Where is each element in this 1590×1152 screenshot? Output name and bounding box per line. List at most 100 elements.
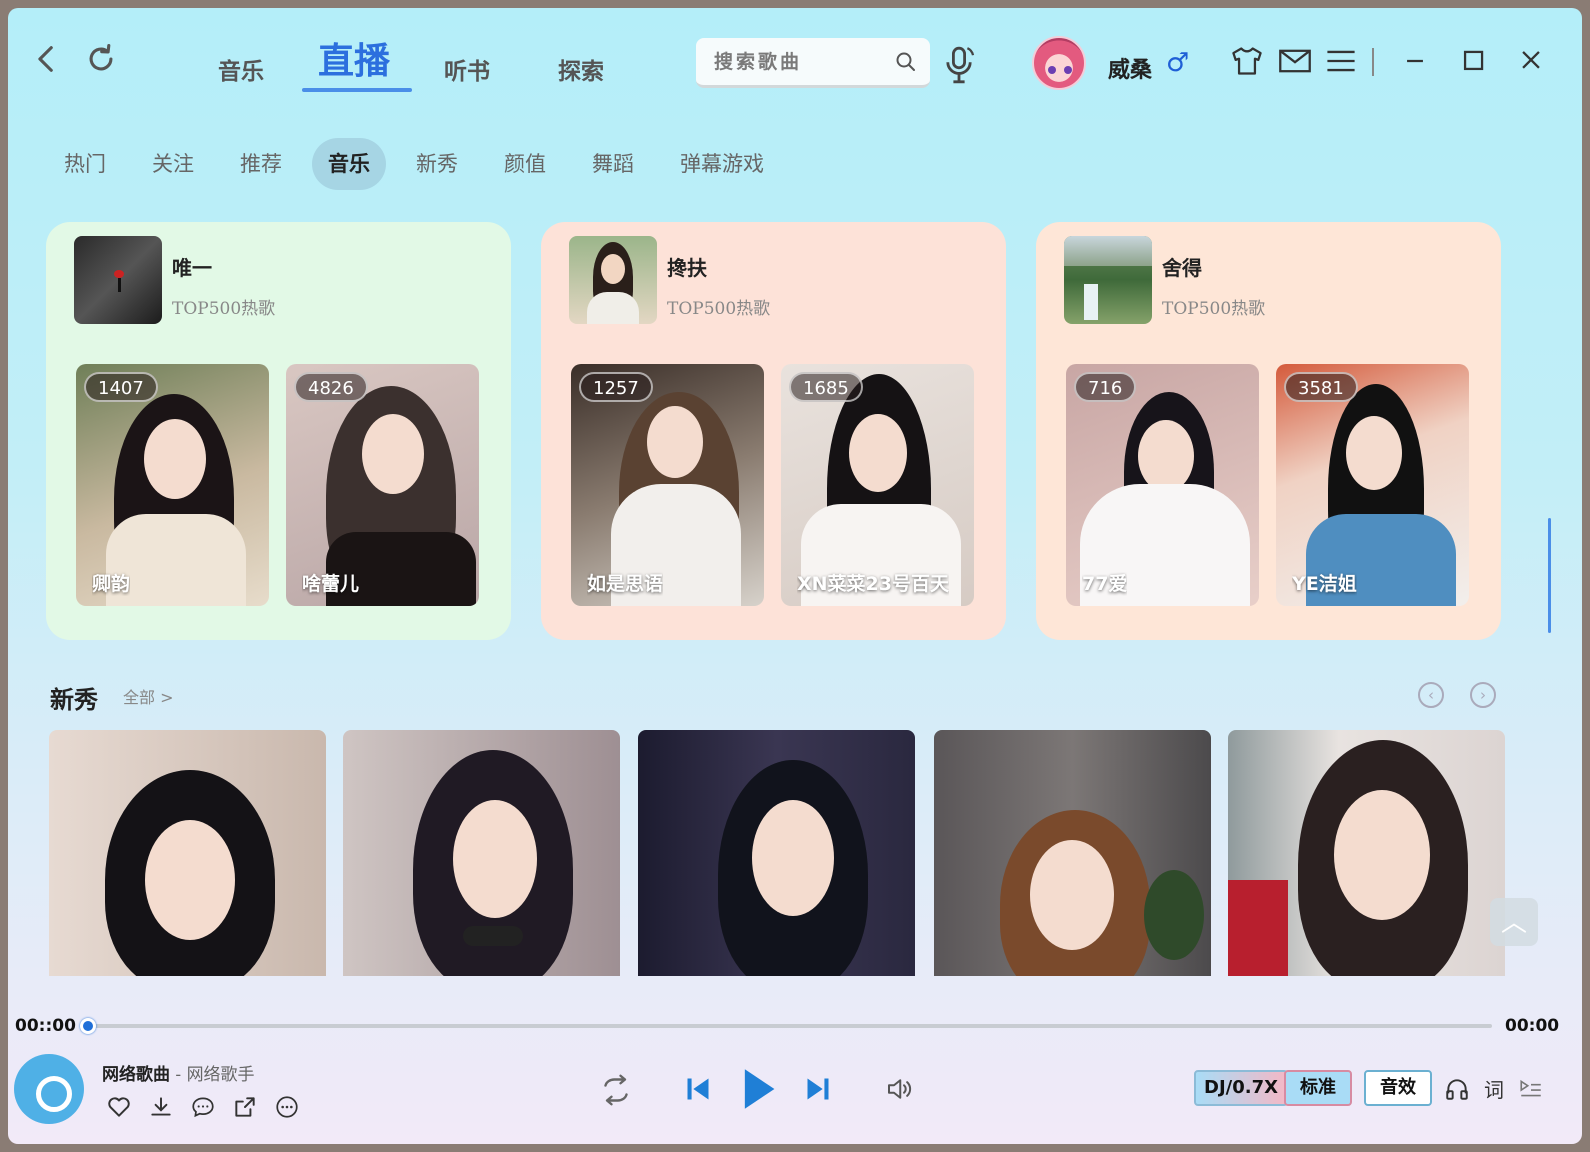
like-heart-icon[interactable] <box>106 1094 132 1120</box>
subtab-barrage-games[interactable]: 弹幕游戏 <box>664 138 780 190</box>
streamer-name: 卿韵 <box>92 573 131 595</box>
user-avatar[interactable] <box>1032 36 1086 90</box>
dj-speed-button[interactable]: DJ/0.7X <box>1194 1070 1288 1106</box>
tab-live[interactable]: 直播 <box>318 32 390 84</box>
progress-bar[interactable] <box>92 1024 1492 1028</box>
refresh-icon[interactable] <box>84 42 118 76</box>
live-stream-tile[interactable]: 1407 卿韵 <box>76 364 269 606</box>
subtab-hot[interactable]: 热门 <box>48 138 122 190</box>
viewer-count-badge: 1407 <box>84 372 158 402</box>
view-all-link[interactable]: 全部 > <box>123 684 174 708</box>
song-separator: - <box>170 1065 187 1085</box>
menu-icon[interactable] <box>1324 46 1358 76</box>
song-name[interactable]: 网络歌曲 <box>102 1065 170 1085</box>
male-icon: ♂ <box>1166 48 1190 78</box>
scrollbar-thumb[interactable] <box>1548 518 1551 633</box>
search-box <box>696 38 930 88</box>
avatar-eye <box>1048 66 1056 74</box>
live-stream-tile[interactable]: 4826 啥蕾儿 <box>286 364 479 606</box>
playlist-card[interactable]: 唯一 TOP500热歌 1407 卿韵 4826 啥蕾儿 <box>46 222 511 640</box>
progress-knob[interactable] <box>80 1018 96 1034</box>
streamer-name: YE洁姐 <box>1292 573 1357 595</box>
mail-icon[interactable] <box>1278 46 1312 76</box>
search-icon[interactable] <box>894 50 918 74</box>
prev-page-icon[interactable]: ‹ <box>1418 682 1444 708</box>
skin-shirt-icon[interactable] <box>1230 46 1264 76</box>
playlist-queue-icon[interactable] <box>1518 1076 1544 1102</box>
volume-icon[interactable] <box>884 1074 914 1104</box>
comment-icon[interactable] <box>190 1094 216 1120</box>
viewer-count-badge: 1257 <box>579 372 653 402</box>
newcomer-stream-thumb[interactable] <box>343 730 620 976</box>
album-disc-icon[interactable] <box>14 1054 84 1124</box>
playlist-subtitle: TOP500热歌 <box>1162 299 1266 319</box>
subtab-recommend[interactable]: 推荐 <box>224 138 298 190</box>
download-icon[interactable] <box>148 1094 174 1120</box>
search-input[interactable] <box>714 50 884 73</box>
scroll-to-top-icon[interactable]: ︿ <box>1490 898 1538 946</box>
playlist-title: 舍得 <box>1162 256 1202 280</box>
voice-search-icon[interactable] <box>942 44 976 86</box>
share-icon[interactable] <box>232 1094 258 1120</box>
viewer-count-badge: 1685 <box>789 372 863 402</box>
next-track-icon[interactable] <box>804 1074 832 1104</box>
quality-standard-button[interactable]: 标准 <box>1284 1070 1352 1106</box>
subtab-dance[interactable]: 舞蹈 <box>576 138 650 190</box>
newcomer-stream-thumb[interactable] <box>638 730 915 976</box>
streamer-name: XN菜菜23号百天 <box>797 573 949 595</box>
total-time: 00:00 <box>1505 1016 1560 1036</box>
title-bar: 音乐 直播 听书 探索 威桑 ♂ <box>8 8 1582 108</box>
live-stream-tile[interactable]: 1257 如是思语 <box>571 364 764 606</box>
streamer-name: 77爱 <box>1082 573 1128 595</box>
app-window: 音乐 直播 听书 探索 威桑 ♂ <box>8 8 1582 1144</box>
toolbar-divider <box>1372 48 1374 76</box>
section-title: 新秀 <box>50 686 98 714</box>
close-icon[interactable] <box>1514 46 1548 76</box>
live-stream-tile[interactable]: 716 77爱 <box>1066 364 1259 606</box>
playlist-cover <box>569 236 657 324</box>
tab-audiobook[interactable]: 听书 <box>444 52 490 86</box>
live-stream-tile[interactable]: 1685 XN菜菜23号百天 <box>781 364 974 606</box>
maximize-icon[interactable] <box>1456 46 1490 76</box>
current-time: 00::00 <box>15 1016 76 1036</box>
headphone-icon[interactable] <box>1444 1076 1470 1102</box>
playlist-card[interactable]: 搀扶 TOP500热歌 1257 如是思语 1685 XN菜菜23号百天 <box>541 222 1006 640</box>
back-icon[interactable] <box>30 42 64 76</box>
playlist-card[interactable]: 舍得 TOP500热歌 716 77爱 3581 YE洁姐 <box>1036 222 1501 640</box>
active-tab-indicator <box>302 88 412 92</box>
streamer-name: 啥蕾儿 <box>302 573 360 595</box>
sound-effect-button[interactable]: 音效 <box>1364 1070 1432 1106</box>
viewer-count-badge: 3581 <box>1284 372 1358 402</box>
streamer-name: 如是思语 <box>587 573 664 595</box>
minimize-icon[interactable] <box>1398 46 1432 76</box>
now-playing: 网络歌曲 - 网络歌手 <box>102 1060 255 1085</box>
repeat-mode-icon[interactable] <box>598 1072 634 1108</box>
live-stream-tile[interactable]: 3581 YE洁姐 <box>1276 364 1469 606</box>
viewer-count-badge: 716 <box>1074 372 1137 402</box>
playlist-subtitle: TOP500热歌 <box>172 299 276 319</box>
playlist-cover <box>74 236 162 324</box>
viewer-count-badge: 4826 <box>294 372 368 402</box>
subtab-looks[interactable]: 颜值 <box>488 138 562 190</box>
username[interactable]: 威桑 <box>1108 52 1152 84</box>
artist-name[interactable]: 网络歌手 <box>187 1065 255 1085</box>
category-tabs: 热门 关注 推荐 音乐 新秀 颜值 舞蹈 弹幕游戏 <box>48 138 794 190</box>
subtab-follow[interactable]: 关注 <box>136 138 210 190</box>
tab-music[interactable]: 音乐 <box>218 52 264 86</box>
lyrics-button[interactable]: 词 <box>1484 1074 1504 1103</box>
newcomer-stream-thumb[interactable] <box>1228 730 1505 976</box>
more-options-icon[interactable] <box>274 1094 300 1120</box>
subtab-newcomer[interactable]: 新秀 <box>400 138 474 190</box>
playlist-cover <box>1064 236 1152 324</box>
tab-explore[interactable]: 探索 <box>558 52 604 86</box>
subtab-music[interactable]: 音乐 <box>312 138 386 190</box>
avatar-eye <box>1064 66 1072 74</box>
playlist-title: 搀扶 <box>667 256 707 280</box>
playlist-subtitle: TOP500热歌 <box>667 299 771 319</box>
newcomer-stream-thumb[interactable] <box>934 730 1211 976</box>
playlist-title: 唯一 <box>172 256 212 280</box>
previous-track-icon[interactable] <box>684 1074 712 1104</box>
newcomer-stream-thumb[interactable] <box>49 730 326 976</box>
next-page-icon[interactable]: › <box>1470 682 1496 708</box>
play-icon[interactable] <box>738 1066 778 1112</box>
